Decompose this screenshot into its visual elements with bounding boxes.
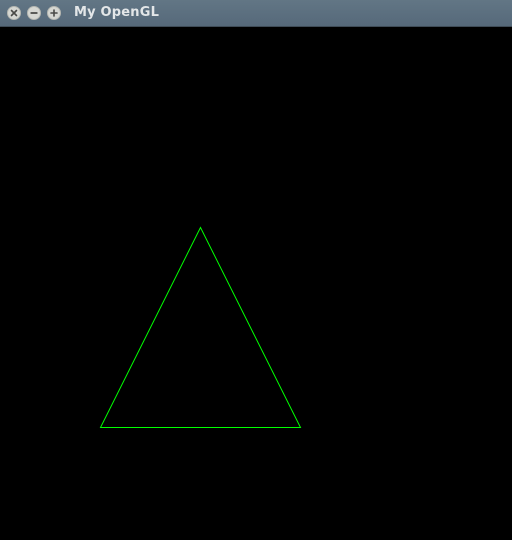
window-title: My OpenGL — [74, 5, 160, 20]
maximize-icon — [50, 9, 58, 17]
close-icon — [10, 9, 18, 17]
minimize-button[interactable] — [27, 6, 41, 20]
opengl-window: My OpenGL — [0, 0, 512, 540]
render-surface — [99, 226, 302, 428]
opengl-canvas[interactable] — [0, 27, 512, 540]
maximize-button[interactable] — [47, 6, 61, 20]
window-titlebar[interactable]: My OpenGL — [0, 0, 512, 27]
close-button[interactable] — [7, 6, 21, 20]
minimize-icon — [30, 12, 38, 14]
green-triangle — [99, 226, 302, 428]
